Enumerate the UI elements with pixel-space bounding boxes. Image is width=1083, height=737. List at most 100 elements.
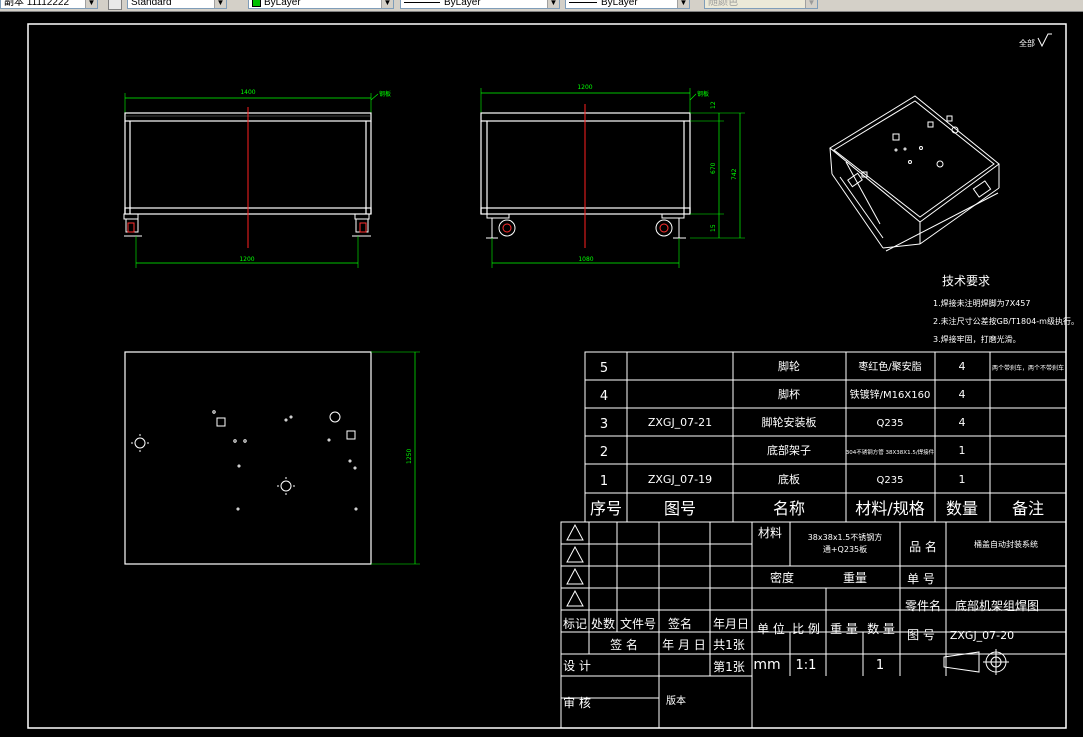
bom-cell-no: 1 [600, 474, 608, 489]
product-value: 桶盖自动封装系统 [974, 539, 1038, 549]
text-style-value: Standard [131, 0, 172, 8]
sheet-no: 第1张 [713, 660, 745, 674]
part-name-label: 零件名 [905, 598, 941, 613]
bom-cell-qty: 4 [959, 416, 966, 429]
tech-item-1: 1.焊接未注明焊脚为7X457 [933, 298, 1030, 308]
front-width-bottom-dim: 1200 [239, 256, 254, 263]
bom-cell-drawing: ZXGJ_07-21 [648, 416, 712, 429]
chevron-down-icon: ▼ [677, 0, 689, 8]
bom-cell-qty: 4 [959, 388, 966, 401]
bom-cell-drawing: ZXGJ_07-19 [648, 473, 712, 486]
material-label: 材料 [758, 526, 782, 540]
layer-manager-icon[interactable] [108, 0, 122, 10]
bom-cell-material: 304不锈钢方管 38X38X1.5/焊接件 [846, 448, 935, 456]
bom-cell-no: 4 [600, 389, 608, 404]
front-view: 1400 钢板 1200 [123, 89, 391, 268]
rev-header-0: 标记 [563, 617, 587, 631]
qty-label: 数 量 [867, 621, 895, 636]
layer-value: 11112222 [26, 0, 70, 8]
drawing-canvas[interactable]: 全部 1400 钢板 1200 1200 钢板 1080 12 670 742 … [0, 12, 1083, 737]
bom-cell-name: 脚轮 [778, 359, 800, 373]
rev-header-4: 年月日 [713, 617, 749, 631]
color-value: ByLayer [264, 0, 301, 8]
bom-table [584, 351, 1067, 523]
chevron-down-icon: ▼ [381, 0, 393, 8]
drawing-no-label: 图 号 [907, 628, 935, 642]
product-label: 品 名 [909, 539, 937, 554]
rev-header-1: 处数 [591, 616, 615, 631]
layer-combo[interactable]: 副本 11112222 ▼ [0, 0, 98, 9]
side-dim-height: 670 [710, 162, 717, 174]
color-combo[interactable]: ByLayer ▼ [248, 0, 394, 9]
side-dim-total: 742 [731, 168, 738, 180]
drawing-frame [27, 23, 1067, 729]
side-width-top-dim: 1200 [577, 84, 592, 91]
chevron-down-icon: ▼ [85, 0, 97, 8]
design-label: 设 计 [563, 659, 591, 673]
lineweight-combo[interactable]: ByLayer ▼ [565, 0, 690, 9]
scale-value: 1:1 [796, 658, 817, 673]
rev-header-2: 文件号 [620, 616, 656, 631]
bom-cell-no: 5 [600, 361, 608, 376]
unit-no-label: 单 号 [907, 572, 935, 586]
properties-toolbar: 副本 11112222 ▼ Standard ▼ ByLayer ▼ ByLay… [0, 0, 1083, 12]
plot-style-value: 随颜色 [708, 0, 738, 8]
isometric-view [829, 95, 1000, 252]
unit-value: mm [753, 657, 780, 673]
bom-cell-note: 两个带刹车，两个不带刹车 [992, 364, 1064, 372]
side-dim-top: 12 [710, 101, 717, 109]
cad-drawing[interactable]: 全部 1400 钢板 1200 1200 钢板 1080 12 670 742 … [0, 12, 1083, 737]
unit-label: 单 位 [757, 621, 785, 636]
side-dim-bottom: 15 [710, 224, 717, 232]
plot-style-combo: 随颜色 ▼ [704, 0, 818, 9]
review-label: 审 核 [563, 695, 591, 710]
lineweight-value: ByLayer [601, 0, 638, 8]
bom-cell-qty: 1 [959, 473, 966, 486]
weight-label: 重量 [843, 571, 867, 585]
linetype-value: ByLayer [444, 0, 481, 8]
bom-cell-name: 底部架子 [767, 443, 811, 457]
qty-value: 1 [876, 658, 884, 673]
front-leader-label: 钢板 [379, 90, 391, 98]
chevron-down-icon: ▼ [805, 0, 817, 8]
bom-cell-name: 脚杯 [778, 387, 800, 401]
part-name-value: 底部机架组焊图 [955, 598, 1039, 613]
bom-cell-material: Q235 [877, 475, 904, 486]
bom-header-1: 图号 [664, 499, 696, 518]
layer-prefix: 副本 [4, 0, 24, 8]
bom-cell-name: 脚轮安装板 [762, 415, 817, 429]
bom-cell-material: 枣红色/聚安脂 [858, 360, 921, 373]
bom-header-5: 备注 [1012, 499, 1044, 518]
version-label: 版本 [666, 694, 686, 707]
density-label: 密度 [770, 570, 794, 585]
bom-cell-name: 底板 [778, 472, 800, 486]
bom-header-3: 材料/规格 [855, 499, 924, 518]
plate-view: 1250 [124, 351, 420, 565]
side-leader-label: 钢板 [697, 90, 709, 98]
tech-item-3: 3.焊接牢固，打磨光滑。 [933, 334, 1021, 344]
bom-cell-qty: 1 [959, 444, 966, 457]
tech-item-2: 2.未注尺寸公差按GB/T1804-m级执行。 [933, 316, 1079, 326]
front-width-top-dim: 1400 [240, 89, 255, 96]
bom-cell-material: Q235 [877, 418, 904, 429]
bom-header-0: 序号 [590, 499, 622, 518]
color-swatch [252, 0, 261, 7]
bom-header-2: 名称 [773, 499, 805, 518]
material-value-2: 通+Q235板 [823, 544, 867, 554]
projection-symbol-icon [943, 649, 1009, 675]
text-style-combo[interactable]: Standard ▼ [127, 0, 227, 9]
chevron-down-icon: ▼ [214, 0, 226, 8]
bom-cell-no: 2 [600, 445, 608, 460]
material-value-1: 38x38x1.5不锈钢方 [808, 532, 883, 542]
side-width-bottom-dim: 1080 [578, 256, 593, 263]
bom-cell-no: 3 [600, 417, 608, 432]
scale-label: 比 例 [792, 622, 820, 636]
total-sheets: 共1张 [713, 638, 745, 652]
sign-label: 签 名 [610, 637, 638, 652]
linetype-combo[interactable]: ByLayer ▼ [400, 0, 560, 9]
bom-cell-qty: 4 [959, 360, 966, 373]
bom-cell-material: 铁镀锌/M16X160 [850, 388, 931, 401]
bom-header-4: 数量 [946, 499, 978, 518]
tech-requirements-title: 技术要求 [942, 274, 990, 288]
side-view: 1200 钢板 1080 12 670 742 15 [480, 84, 745, 268]
